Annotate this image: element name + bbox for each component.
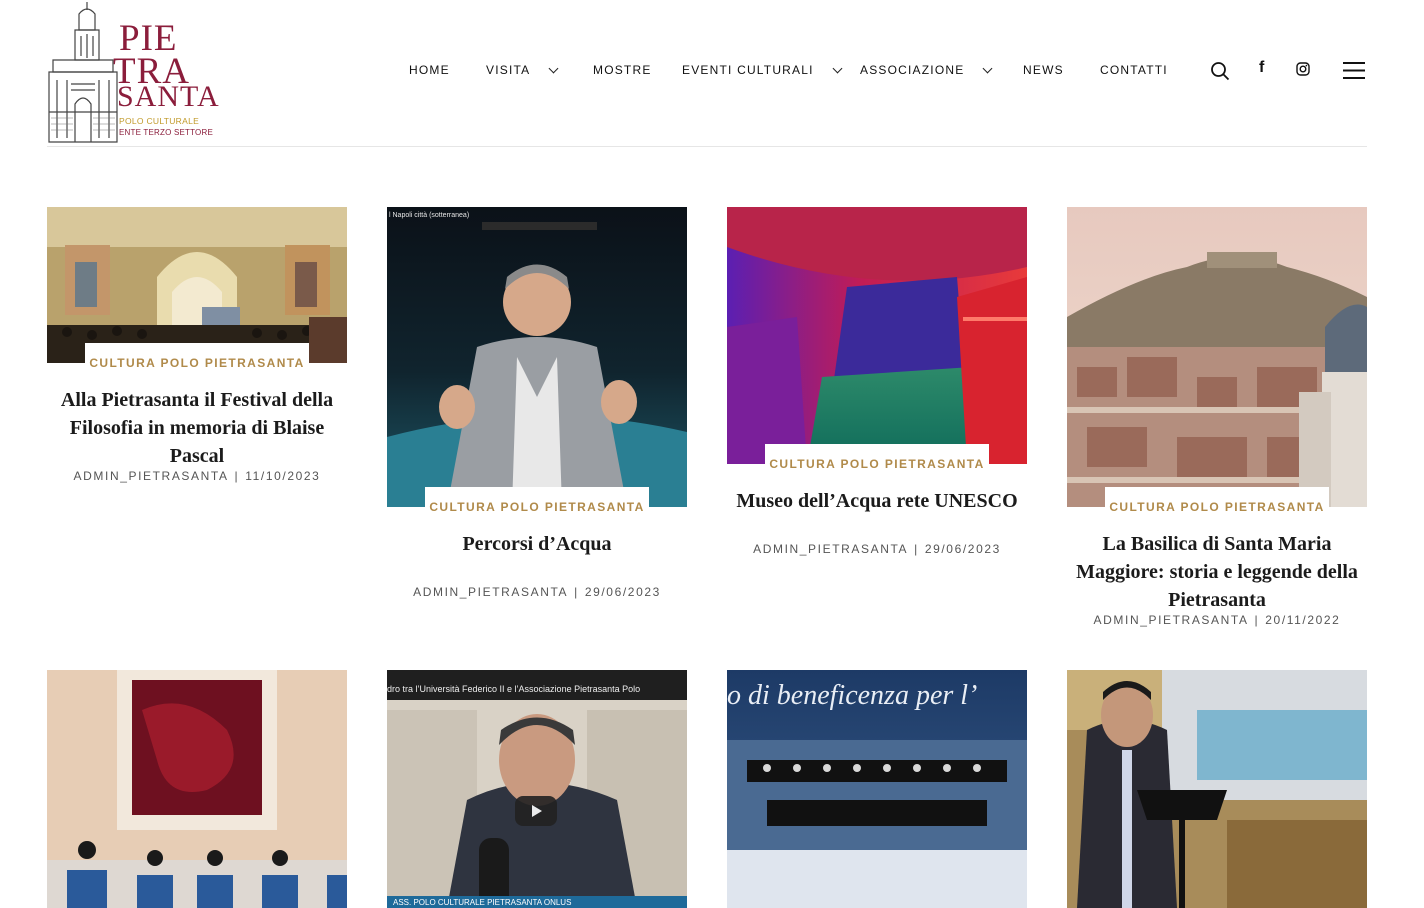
play-icon xyxy=(532,805,542,817)
nav-item-visita[interactable]: VISITA xyxy=(486,62,559,78)
play-button[interactable] xyxy=(515,796,557,826)
naples-cityscape-image xyxy=(1067,207,1367,507)
post-title[interactable]: Museo dell’Acqua rete UNESCO xyxy=(727,487,1027,515)
post-date: 29/06/2023 xyxy=(584,585,661,599)
meta-separator: | xyxy=(914,542,919,556)
concert-overlay-text: o di beneficenza per l’ xyxy=(727,680,978,711)
logo-subtitle-2: ENTE TERZO SETTORE xyxy=(119,128,213,137)
hamburger-menu-icon[interactable] xyxy=(1343,62,1365,79)
post-thumbnail[interactable]: o di beneficenza per l’ xyxy=(727,670,1027,908)
post-category[interactable]: CULTURA POLO PIETRASANTA xyxy=(1105,487,1329,527)
nav-label: ASSOCIAZIONE xyxy=(860,63,965,77)
post-author[interactable]: ADMIN_PIETRASANTA xyxy=(1094,613,1249,627)
video-title-caption: dro tra l’Università Federico II e l’Ass… xyxy=(387,684,641,694)
nav-item-associazione[interactable]: ASSOCIAZIONE xyxy=(860,62,993,78)
instagram-icon[interactable] xyxy=(1296,62,1310,76)
facebook-icon[interactable]: f xyxy=(1259,59,1264,77)
post-author[interactable]: ADMIN_PIETRASANTA xyxy=(753,542,908,556)
post-meta: ADMIN_PIETRASANTA | 29/06/2023 xyxy=(727,542,1027,556)
post-date: 20/11/2022 xyxy=(1265,613,1341,627)
post-card: dro tra l’Università Federico II e l’Ass… xyxy=(387,670,687,908)
post-thumbnail[interactable] xyxy=(1067,207,1367,507)
nav-item-eventi-culturali[interactable]: EVENTI CULTURALI xyxy=(682,62,843,78)
nav-label: CONTATTI xyxy=(1100,63,1168,77)
logo-text-line3: SANTA xyxy=(117,80,220,113)
search-icon[interactable] xyxy=(1210,61,1230,81)
post-thumbnail[interactable] xyxy=(47,670,347,908)
speaker-at-lectern-image xyxy=(1067,670,1367,908)
meta-separator: | xyxy=(1254,613,1260,627)
nav-label: MOSTRE xyxy=(593,63,652,77)
chevron-down-icon xyxy=(548,63,559,73)
post-thumbnail[interactable] xyxy=(1067,670,1367,908)
nav-item-mostre[interactable]: MOSTRE xyxy=(593,62,652,78)
post-card: CULTURA POLO PIETRASANTA La Basilica di … xyxy=(1067,207,1367,637)
post-card: CULTURA POLO PIETRASANTA Alla Pietrasant… xyxy=(47,207,347,497)
post-meta: ADMIN_PIETRASANTA | 20/11/2022 xyxy=(1067,613,1367,627)
post-category[interactable]: CULTURA POLO PIETRASANTA xyxy=(765,444,989,484)
post-title[interactable]: La Basilica di Santa Maria Maggiore: sto… xyxy=(1067,530,1367,614)
post-date: 11/10/2023 xyxy=(245,469,321,483)
logo-subtitle-1: POLO CULTURALE xyxy=(119,116,200,126)
post-thumbnail[interactable]: dro tra l’Università Federico II e l’Ass… xyxy=(387,670,687,908)
post-thumbnail[interactable] xyxy=(47,207,347,363)
church-interior-image xyxy=(47,207,347,363)
post-card: CULTURA POLO PIETRASANTA Museo dell’Acqu… xyxy=(727,207,1027,567)
nav-item-home[interactable]: HOME xyxy=(409,62,450,78)
site-header: PIE TRA SANTA POLO CULTURALE ENTE TERZO … xyxy=(0,0,1424,147)
nav-label: VISITA xyxy=(486,63,531,77)
post-card xyxy=(47,670,347,908)
post-category[interactable]: CULTURA POLO PIETRASANTA xyxy=(85,343,309,383)
post-card: o di beneficenza per l’ xyxy=(727,670,1027,908)
chevron-down-icon xyxy=(982,63,993,73)
church-facade-logo-icon xyxy=(48,2,118,143)
post-date: 29/06/2023 xyxy=(924,542,1001,556)
video-title-caption: l Napoli città (sotterranea) xyxy=(389,212,470,219)
post-meta: ADMIN_PIETRASANTA | 29/06/2023 xyxy=(387,585,687,599)
post-thumbnail[interactable] xyxy=(727,207,1027,464)
nav-label: HOME xyxy=(409,63,450,77)
video-footer-text: ASS. POLO CULTURALE PIETRASANTA ONLUS xyxy=(393,898,572,907)
post-author[interactable]: ADMIN_PIETRASANTA xyxy=(74,469,229,483)
header-divider xyxy=(47,146,1367,147)
post-author[interactable]: ADMIN_PIETRASANTA xyxy=(413,585,568,599)
meta-separator: | xyxy=(234,469,240,483)
meta-separator: | xyxy=(574,585,579,599)
post-card xyxy=(1067,670,1367,908)
site-logo[interactable]: PIE TRA SANTA POLO CULTURALE ENTE TERZO … xyxy=(47,0,219,144)
post-title[interactable]: Percorsi d’Acqua xyxy=(387,530,687,558)
nav-item-news[interactable]: NEWS xyxy=(1023,62,1064,78)
interview-video-image xyxy=(387,207,687,507)
interview-video-image xyxy=(387,670,687,908)
post-title[interactable]: Alla Pietrasanta il Festival della Filos… xyxy=(47,386,347,470)
post-card: l Napoli città (sotterranea) CULTURA POL… xyxy=(387,207,687,607)
post-thumbnail[interactable]: l Napoli città (sotterranea) xyxy=(387,207,687,507)
panel-discussion-image xyxy=(47,670,347,908)
underground-water-image xyxy=(727,207,1027,464)
chevron-down-icon xyxy=(832,63,843,73)
nav-label: NEWS xyxy=(1023,63,1064,77)
post-meta: ADMIN_PIETRASANTA | 11/10/2023 xyxy=(47,469,347,483)
nav-item-contatti[interactable]: CONTATTI xyxy=(1100,62,1168,78)
post-category[interactable]: CULTURA POLO PIETRASANTA xyxy=(425,487,649,527)
nav-label: EVENTI CULTURALI xyxy=(682,63,814,77)
